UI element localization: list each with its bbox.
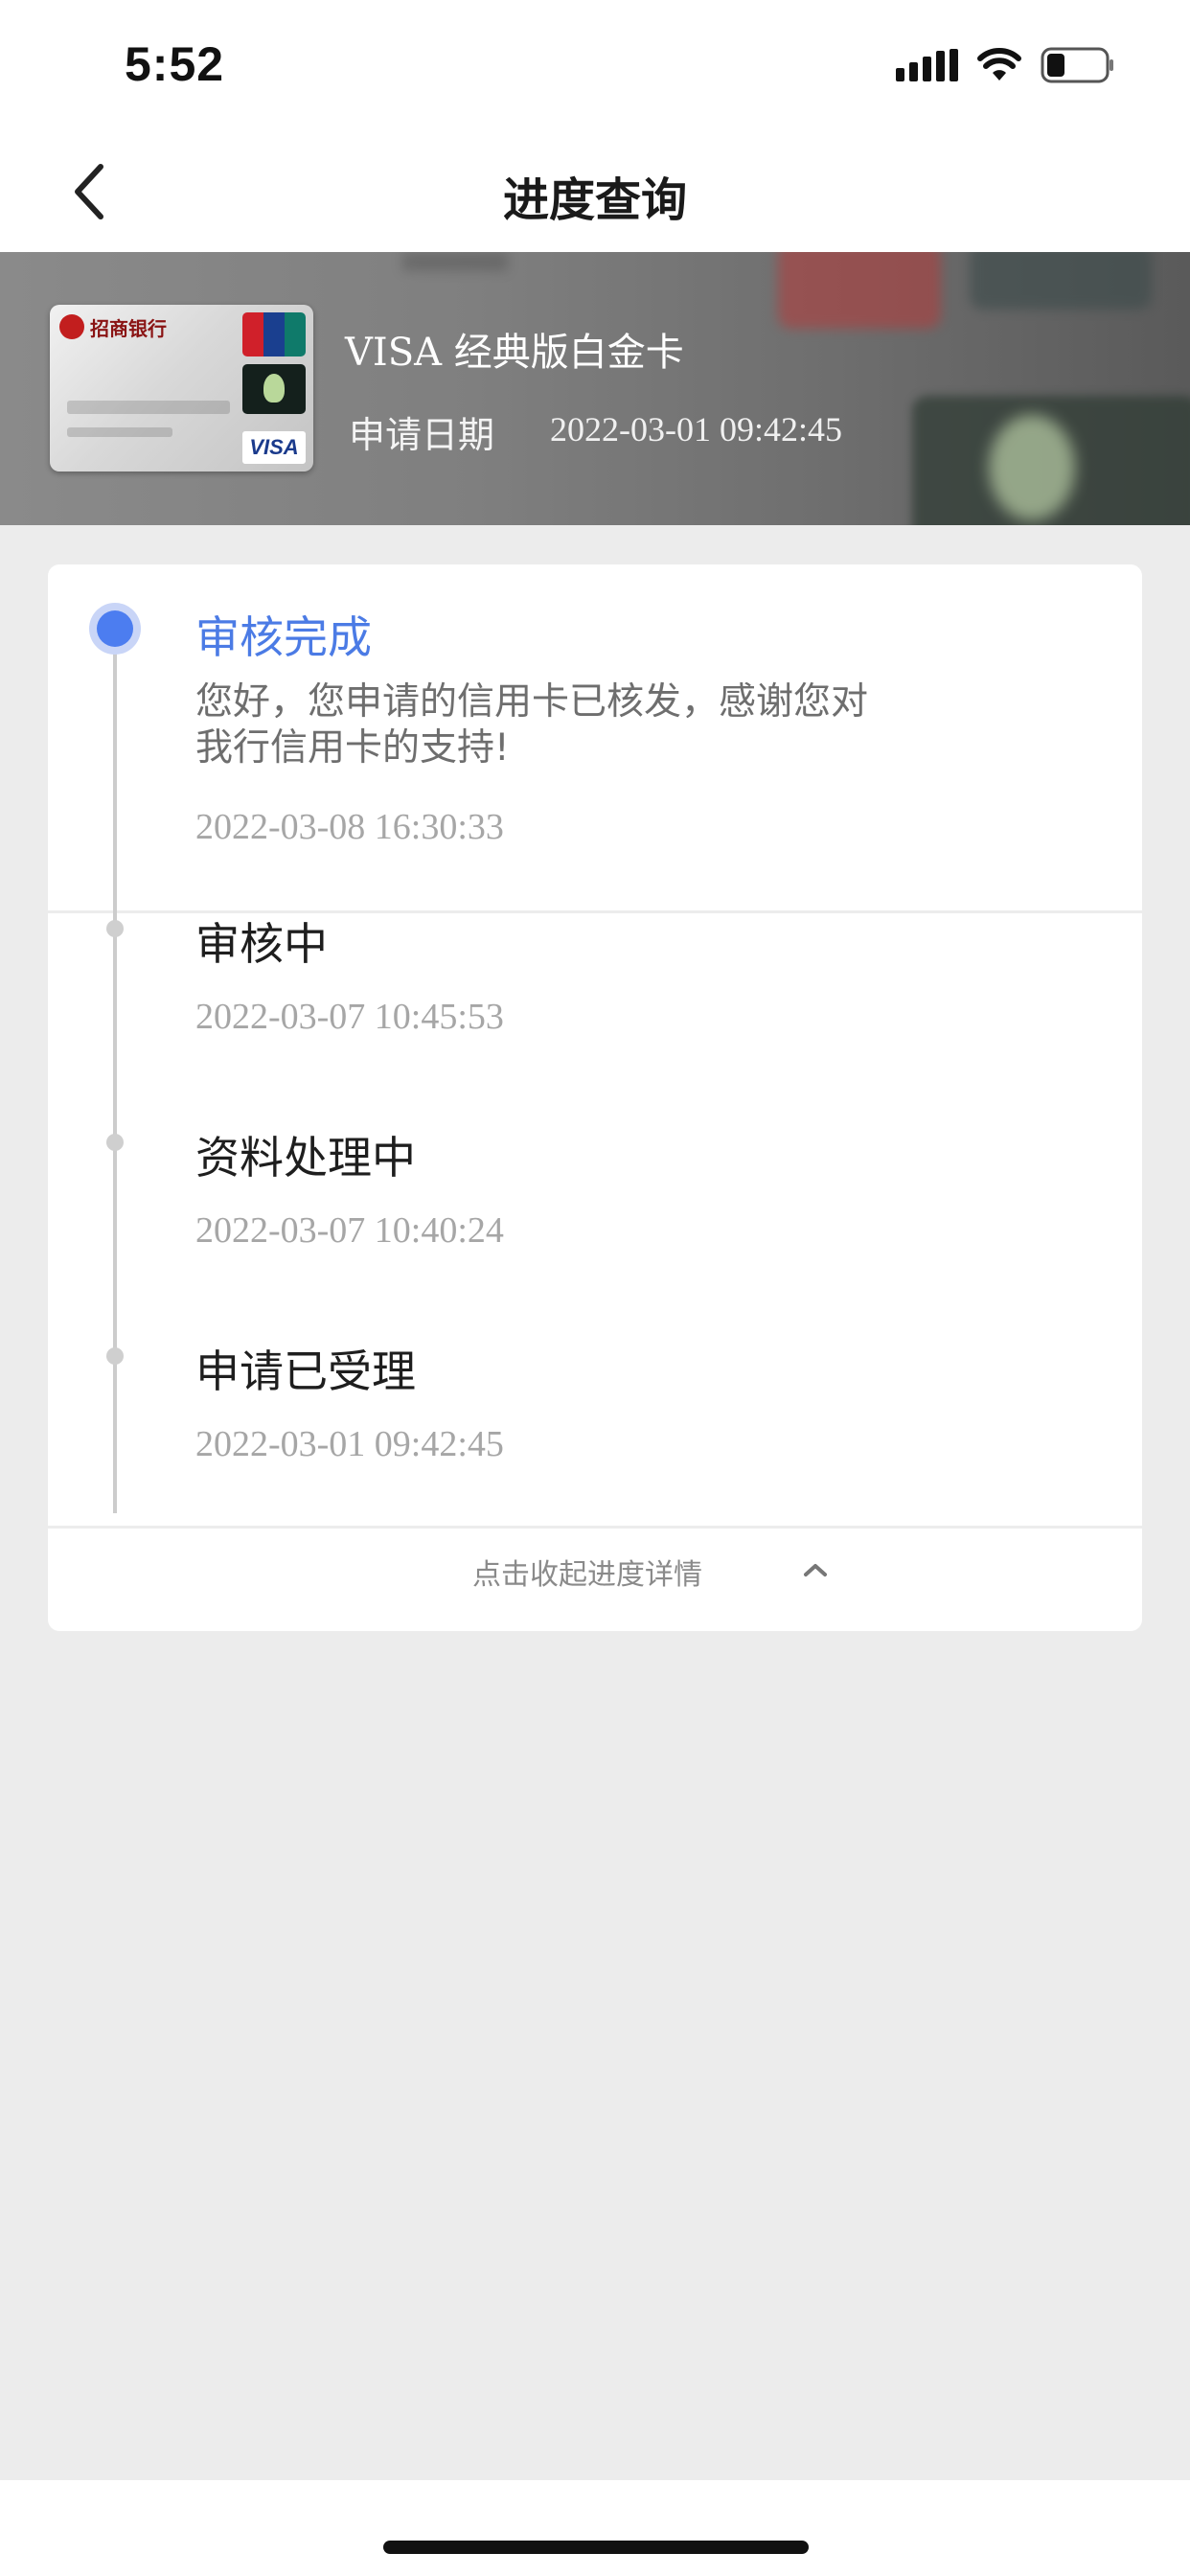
hologram-icon [242,364,306,414]
chevron-up-icon [804,1564,827,1576]
home-indicator[interactable] [383,2541,809,2554]
step-time: 2022-03-07 10:45:53 [195,997,504,1037]
banner-background [970,252,1152,310]
card-name-placeholder [67,427,172,437]
banner-background [402,252,508,271]
apply-date-value: 2022-03-01 09:42:45 [550,410,842,448]
step-time: 2022-03-01 09:42:45 [195,1424,504,1464]
step-title: 资料处理中 [195,1132,416,1184]
card-product-name: VISA 经典版白金卡 [345,331,684,375]
banner-background [989,415,1075,520]
card-bank-name: 招商银行 [90,317,167,340]
signal-icon [896,49,958,81]
status-icons [896,44,1115,86]
wifi-icon [977,48,1021,82]
status-bar: 5:52 [0,0,1190,129]
step-title: 申请已受理 [195,1346,416,1397]
step-description: 您好，您申请的信用卡已核发，感谢您对我行信用卡的支持! [195,680,869,770]
card-banner: 招商银行 VISA VISA 经典版白金卡 申请日期 2022-03-01 09… [0,252,1190,525]
timeline-dot-active [89,603,141,655]
step-title: 审核中 [195,918,328,970]
timeline-line [113,632,117,1513]
step-title: 审核完成 [195,611,372,663]
card-number-placeholder [67,401,230,414]
apply-date-label: 申请日期 [349,414,495,456]
battery-icon [1041,47,1115,83]
status-time: 5:52 [125,37,225,91]
collapse-label: 点击收起进度详情 [472,1558,702,1592]
bank-logo-icon [59,314,84,339]
credit-card-image: 招商银行 VISA [50,305,313,472]
step-time: 2022-03-08 16:30:33 [195,807,504,847]
bottom-bar [0,2480,1190,2576]
visa-logo: VISA [242,431,306,464]
unionpay-logo-icon [242,312,306,356]
nav-bar: 进度查询 [0,129,1190,252]
divider [48,1526,1142,1529]
timeline-dot [106,1347,124,1365]
timeline-dot [106,1134,124,1151]
step-time: 2022-03-07 10:40:24 [195,1210,504,1251]
progress-card: 审核完成 您好，您申请的信用卡已核发，感谢您对我行信用卡的支持! 2022-03… [48,564,1142,1631]
timeline-dot [106,920,124,937]
collapse-progress-button[interactable]: 点击收起进度详情 [48,1535,1142,1631]
banner-background [778,252,941,329]
page-title: 进度查询 [502,173,687,227]
